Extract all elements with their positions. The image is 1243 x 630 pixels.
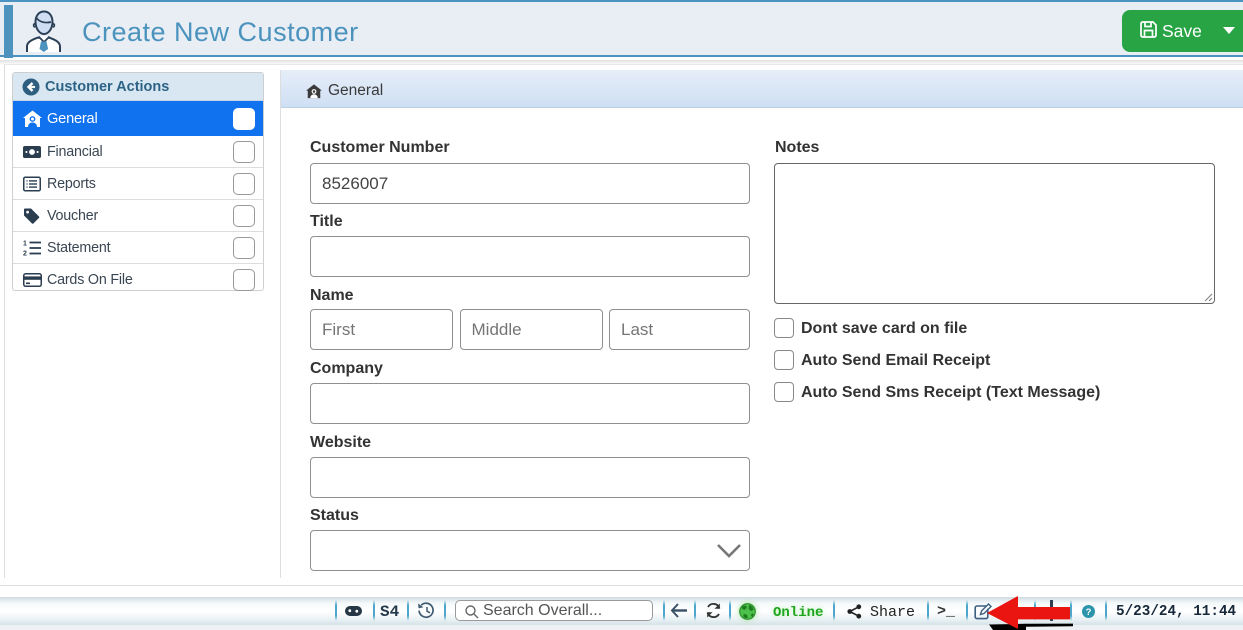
svg-text:1: 1 [23,240,27,247]
svg-text:?: ? [1086,607,1092,618]
svg-text:2: 2 [23,250,27,256]
